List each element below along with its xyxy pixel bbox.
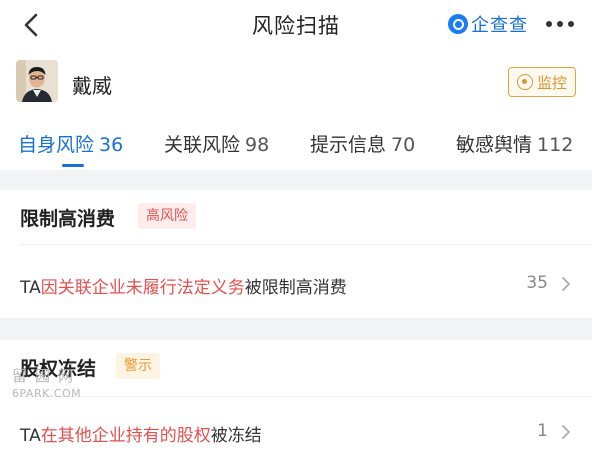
row-count: 35: [526, 273, 548, 293]
tab-count: 70: [391, 134, 416, 156]
monitor-label: 监控: [536, 73, 567, 92]
section-title: 限制高消费: [20, 208, 116, 230]
divider: [20, 396, 592, 397]
person-name: 戴威: [72, 74, 112, 98]
tab-label: 提示信息: [310, 134, 387, 156]
row-suffix: 被限制高消费: [244, 278, 347, 298]
tab-count: 112: [537, 134, 574, 156]
section-header-equity-freeze: 股权冻结 警示: [0, 340, 592, 394]
more-dots-icon[interactable]: [546, 12, 574, 36]
row-count: 1: [537, 421, 548, 441]
monitor-icon: [516, 74, 533, 90]
tab-count: 98: [245, 134, 270, 156]
row-prefix: TA: [20, 426, 41, 446]
top-nav-bar: 风险扫描 企查查: [0, 0, 592, 50]
row-suffix: 被冻结: [210, 426, 262, 446]
section-gap: [0, 318, 592, 340]
warning-badge: 警示: [116, 353, 160, 379]
monitor-button[interactable]: 监控: [508, 67, 576, 97]
risk-row-restricted-consumption[interactable]: TA因关联企业未履行法定义务被限制高消费 35: [0, 254, 592, 314]
qichacha-logo-icon: [448, 14, 468, 34]
chevron-right-icon: [562, 425, 570, 439]
tab-self-risk[interactable]: 自身风险 36: [18, 130, 123, 157]
row-text: TA因关联企业未履行法定义务被限制高消费: [20, 273, 347, 298]
tab-label: 自身风险: [18, 134, 95, 156]
tab-related-risk[interactable]: 关联风险 98: [164, 130, 269, 157]
chevron-right-icon: [562, 277, 570, 291]
high-risk-badge: 高风险: [138, 203, 196, 229]
section-title: 股权冻结: [20, 358, 97, 380]
row-text: TA在其他企业持有的股权被冻结: [20, 421, 262, 446]
person-header: 戴威 监控: [0, 52, 592, 110]
avatar[interactable]: [16, 60, 58, 102]
tab-label: 敏感舆情: [456, 134, 533, 156]
row-prefix: TA: [20, 278, 41, 298]
risk-tabs: 自身风险 36 关联风险 98 提示信息 70 敏感舆情 112: [0, 118, 592, 170]
tab-sensitive-news[interactable]: 敏感舆情 112: [456, 130, 573, 157]
brand-logo[interactable]: 企查查: [448, 12, 528, 36]
row-highlight: 因关联企业未履行法定义务: [40, 278, 245, 298]
risk-row-equity-freeze[interactable]: TA在其他企业持有的股权被冻结 1: [0, 402, 592, 462]
row-highlight: 在其他企业持有的股权: [40, 426, 211, 446]
divider: [20, 244, 592, 245]
active-tab-indicator: [62, 164, 84, 167]
tab-notice-info[interactable]: 提示信息 70: [310, 130, 415, 157]
section-gap: [0, 170, 592, 190]
section-header-restricted-consumption: 限制高消费 高风险: [0, 190, 592, 244]
tab-count: 36: [99, 134, 124, 156]
brand-name: 企查查: [471, 15, 528, 36]
tab-label: 关联风险: [164, 134, 241, 156]
